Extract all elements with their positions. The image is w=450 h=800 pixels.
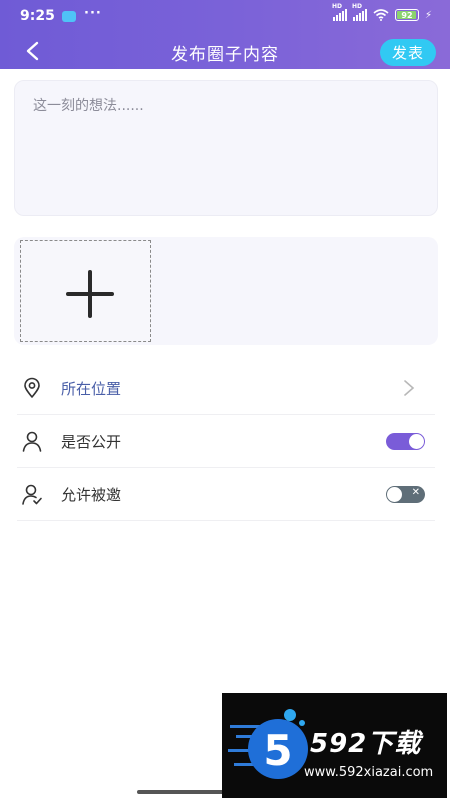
watermark-brand: 592下载 bbox=[310, 729, 422, 759]
chevron-right-icon bbox=[404, 380, 415, 396]
site-watermark: 5 592下载 www.592xiazai.com bbox=[222, 693, 447, 798]
status-more-dots: ··· bbox=[84, 6, 102, 21]
toggle-off-icon: ✕ bbox=[411, 487, 420, 498]
post-text-input[interactable] bbox=[15, 81, 437, 215]
watermark-logo-digit: 5 bbox=[263, 726, 292, 775]
signal-icon: HD bbox=[332, 3, 347, 21]
person-icon bbox=[22, 431, 42, 452]
option-label: 所在位置 bbox=[61, 380, 122, 398]
status-time: 9:25 bbox=[20, 8, 55, 24]
battery-level: 92 bbox=[401, 10, 413, 20]
person-check-icon bbox=[22, 484, 42, 505]
signal-hd-label: HD bbox=[351, 3, 362, 10]
option-location[interactable]: 所在位置 bbox=[17, 362, 435, 415]
signal-hd-label: HD bbox=[331, 3, 342, 10]
status-bar: 9:25 ··· HD HD 92 ⚡ bbox=[0, 0, 450, 32]
option-label: 是否公开 bbox=[61, 433, 122, 451]
post-text-card bbox=[14, 80, 438, 216]
watermark-url: www.592xiazai.com bbox=[304, 765, 434, 780]
add-image-button[interactable] bbox=[20, 240, 151, 342]
location-pin-icon bbox=[24, 377, 40, 398]
option-invite: 允许被邀 ✕ bbox=[17, 468, 435, 521]
plus-icon bbox=[88, 270, 92, 318]
signal-icon: HD bbox=[352, 3, 367, 21]
status-indicators: HD HD 92 ⚡ bbox=[332, 3, 432, 21]
publish-button[interactable]: 发表 bbox=[380, 39, 436, 66]
toggle-knob bbox=[387, 487, 402, 502]
battery-icon: 92 bbox=[394, 9, 419, 21]
divider bbox=[17, 520, 435, 521]
app-header: 9:25 ··· HD HD 92 ⚡ 发布圈子内容 发表 bbox=[0, 0, 450, 69]
wifi-icon bbox=[373, 9, 389, 21]
toggle-knob bbox=[409, 434, 424, 449]
public-toggle[interactable] bbox=[386, 433, 425, 450]
media-card bbox=[14, 237, 438, 345]
charging-icon: ⚡ bbox=[424, 9, 432, 21]
option-public: 是否公开 bbox=[17, 415, 435, 468]
app-notification-icon bbox=[62, 11, 76, 22]
invite-toggle[interactable]: ✕ bbox=[386, 486, 425, 503]
option-label: 允许被邀 bbox=[61, 486, 122, 504]
